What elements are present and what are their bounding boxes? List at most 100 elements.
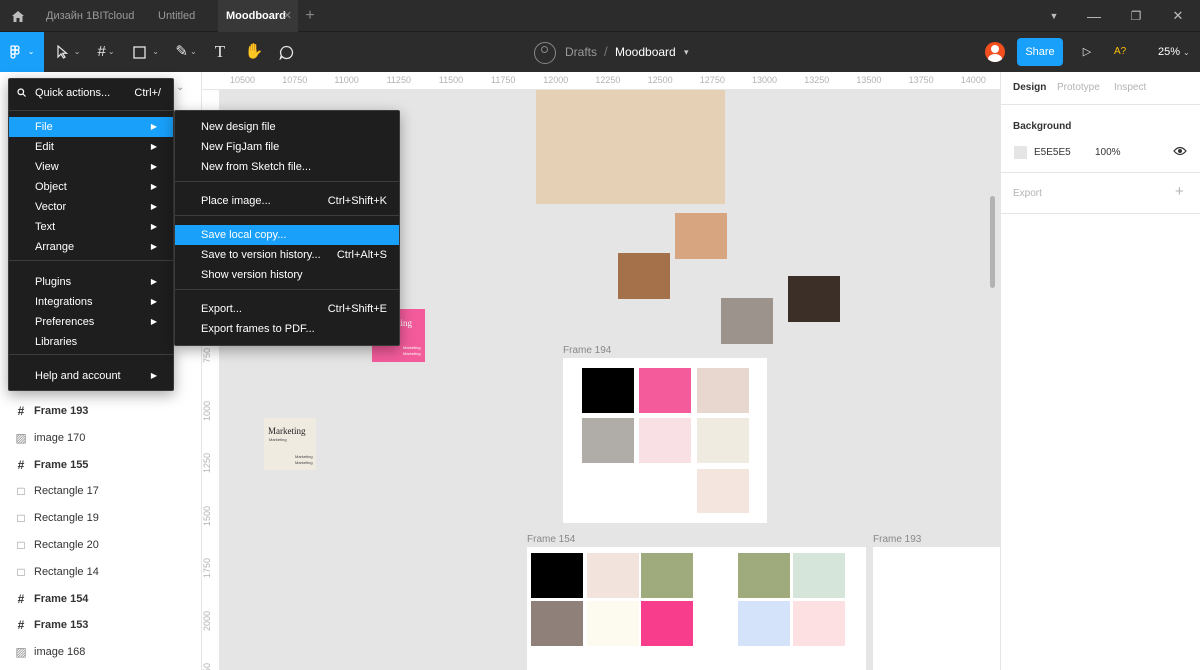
color-swatch[interactable] [587, 553, 639, 598]
color-swatch[interactable] [641, 553, 693, 598]
menu-item-save-local-copy[interactable]: Save local copy... [175, 225, 399, 245]
menu-item-text[interactable]: Text ▶ [9, 217, 173, 237]
file-name[interactable]: Moodboard [615, 32, 676, 72]
ruler-horizontal: 10500 10750 11000 11250 11500 11750 12000 12250… [202, 72, 1000, 90]
frame-154-label[interactable]: Frame 154 [527, 534, 575, 545]
color-swatch[interactable] [582, 418, 634, 463]
color-swatch[interactable] [639, 418, 691, 463]
layer-item[interactable]: # Frame 155 [0, 452, 201, 479]
layer-item[interactable]: □ Rectangle 20 [0, 532, 201, 559]
tab-moodboard[interactable]: Moodboard ✕ [218, 0, 298, 32]
move-tool[interactable]: ⌄ [50, 32, 86, 72]
layer-item[interactable]: # Frame 193 [0, 398, 201, 425]
menu-item-view[interactable]: View ▶ [9, 157, 173, 177]
layer-item[interactable]: # Frame 153 [0, 612, 201, 639]
color-swatch[interactable] [531, 553, 583, 598]
color-swatch[interactable] [793, 601, 845, 646]
present-button[interactable]: ▷ [1076, 32, 1098, 72]
background-opacity-input[interactable]: 100% [1095, 147, 1121, 158]
menu-item-file[interactable]: File ▶ [9, 117, 173, 137]
menu-item-export-frames-to-pdf[interactable]: Export frames to PDF... [175, 319, 399, 339]
color-swatch[interactable] [738, 601, 790, 646]
color-swatch[interactable] [697, 469, 749, 513]
layer-item[interactable]: □ Rectangle 14 [0, 559, 201, 586]
menu-item-help-and-account[interactable]: Help and account ▶ [9, 366, 173, 386]
ruler-tick-label: 13250 [804, 75, 830, 85]
marketing-card[interactable]: Marketing Marketing Marketing Marketing [264, 418, 316, 470]
color-swatch[interactable] [618, 253, 670, 299]
menu-item-place-image[interactable]: Place image... Ctrl+Shift+K [175, 191, 399, 211]
menu-item-show-version-history[interactable]: Show version history [175, 265, 399, 285]
color-swatch[interactable] [697, 368, 749, 413]
color-swatch[interactable] [697, 418, 749, 463]
avatar[interactable] [985, 42, 1005, 62]
text-tool[interactable]: T [208, 32, 232, 72]
menu-item-vector[interactable]: Vector ▶ [9, 197, 173, 217]
menu-item-preferences[interactable]: Preferences ▶ [9, 312, 173, 332]
color-swatch[interactable] [531, 601, 583, 646]
menu-item-object[interactable]: Object ▶ [9, 177, 173, 197]
color-swatch[interactable] [793, 553, 845, 598]
menu-item-plugins[interactable]: Plugins ▶ [9, 272, 173, 292]
frame-154[interactable] [527, 547, 866, 670]
close-icon[interactable]: ✕ [283, 0, 292, 32]
layer-item[interactable]: ▨ image 170 [0, 425, 201, 452]
shape-tool[interactable]: ⌄ [128, 32, 164, 72]
menu-item-export[interactable]: Export... Ctrl+Shift+E [175, 299, 399, 319]
breadcrumb-team[interactable]: Drafts [565, 32, 597, 72]
color-swatch[interactable] [582, 368, 634, 413]
tab-file-1[interactable]: Дизайн 1BITcloud [38, 0, 144, 32]
tab-file-2[interactable]: Untitled [150, 0, 212, 32]
color-swatch[interactable] [788, 276, 840, 322]
hand-tool[interactable]: ✋ [240, 32, 268, 72]
menu-item-new-figjam-file[interactable]: New FigJam file [175, 137, 399, 157]
menu-item-new-from-sketch-file[interactable]: New from Sketch file... [175, 157, 399, 177]
menu-item-integrations[interactable]: Integrations ▶ [9, 292, 173, 312]
color-swatch[interactable] [536, 90, 725, 204]
layer-item[interactable]: # Frame 154 [0, 586, 201, 613]
add-export-icon[interactable]: + [1175, 183, 1184, 200]
layer-item[interactable]: □ Rectangle 17 [0, 478, 201, 505]
vertical-scrollbar[interactable] [990, 196, 995, 288]
share-button[interactable]: Share [1017, 38, 1063, 66]
menu-item-arrange[interactable]: Arrange ▶ [9, 237, 173, 257]
tab-prototype[interactable]: Prototype [1057, 82, 1100, 93]
background-color-swatch[interactable] [1014, 146, 1027, 159]
eye-icon[interactable] [1173, 144, 1187, 159]
comment-tool[interactable] [272, 32, 300, 72]
color-swatch[interactable] [639, 368, 691, 413]
color-swatch[interactable] [721, 298, 773, 344]
accessibility-check-button[interactable]: A? [1114, 32, 1126, 72]
main-menu-button[interactable]: ⌄ [0, 32, 44, 72]
frame-tool[interactable]: # ⌄ [88, 32, 124, 72]
color-swatch[interactable] [641, 601, 693, 646]
restore-icon[interactable]: ❐ [1126, 0, 1146, 32]
menu-item-save-to-version-history[interactable]: Save to version history... Ctrl+Alt+S [175, 245, 399, 265]
close-window-icon[interactable]: ✕ [1168, 0, 1188, 32]
menu-item-edit[interactable]: Edit ▶ [9, 137, 173, 157]
menu-item-new-design-file[interactable]: New design file [175, 117, 399, 137]
color-swatch[interactable] [675, 213, 727, 259]
color-swatch[interactable] [587, 601, 639, 646]
page-chevron-icon[interactable]: ⌄ [176, 82, 184, 93]
chevron-down-icon[interactable]: ▾ [684, 32, 689, 72]
home-icon[interactable] [6, 0, 30, 34]
ruler-tick-label: 14000 [960, 75, 986, 85]
layer-item[interactable]: ▨ image 168 [0, 639, 201, 666]
frame-193[interactable] [873, 547, 1000, 670]
layer-item[interactable]: □ Rectangle 19 [0, 505, 201, 532]
menu-item-libraries[interactable]: Libraries [9, 332, 173, 352]
quick-actions-item[interactable]: Quick actions... Ctrl+/ [9, 83, 173, 103]
zoom-dropdown[interactable]: 25% ⌄ [1158, 32, 1190, 72]
tab-inspect[interactable]: Inspect [1114, 82, 1146, 93]
frame-194[interactable] [563, 358, 767, 523]
add-tab-icon[interactable]: + [302, 0, 318, 32]
frame-194-label[interactable]: Frame 194 [563, 345, 611, 356]
frame-193-label[interactable]: Frame 193 [873, 534, 921, 545]
chevron-down-icon[interactable]: ▼ [1044, 0, 1064, 32]
minimize-icon[interactable]: — [1084, 0, 1104, 32]
pen-tool[interactable]: ✎ ⌄ [168, 32, 204, 72]
background-hex-input[interactable]: E5E5E5 [1034, 147, 1071, 158]
tab-design[interactable]: Design [1013, 82, 1046, 93]
color-swatch[interactable] [738, 553, 790, 598]
